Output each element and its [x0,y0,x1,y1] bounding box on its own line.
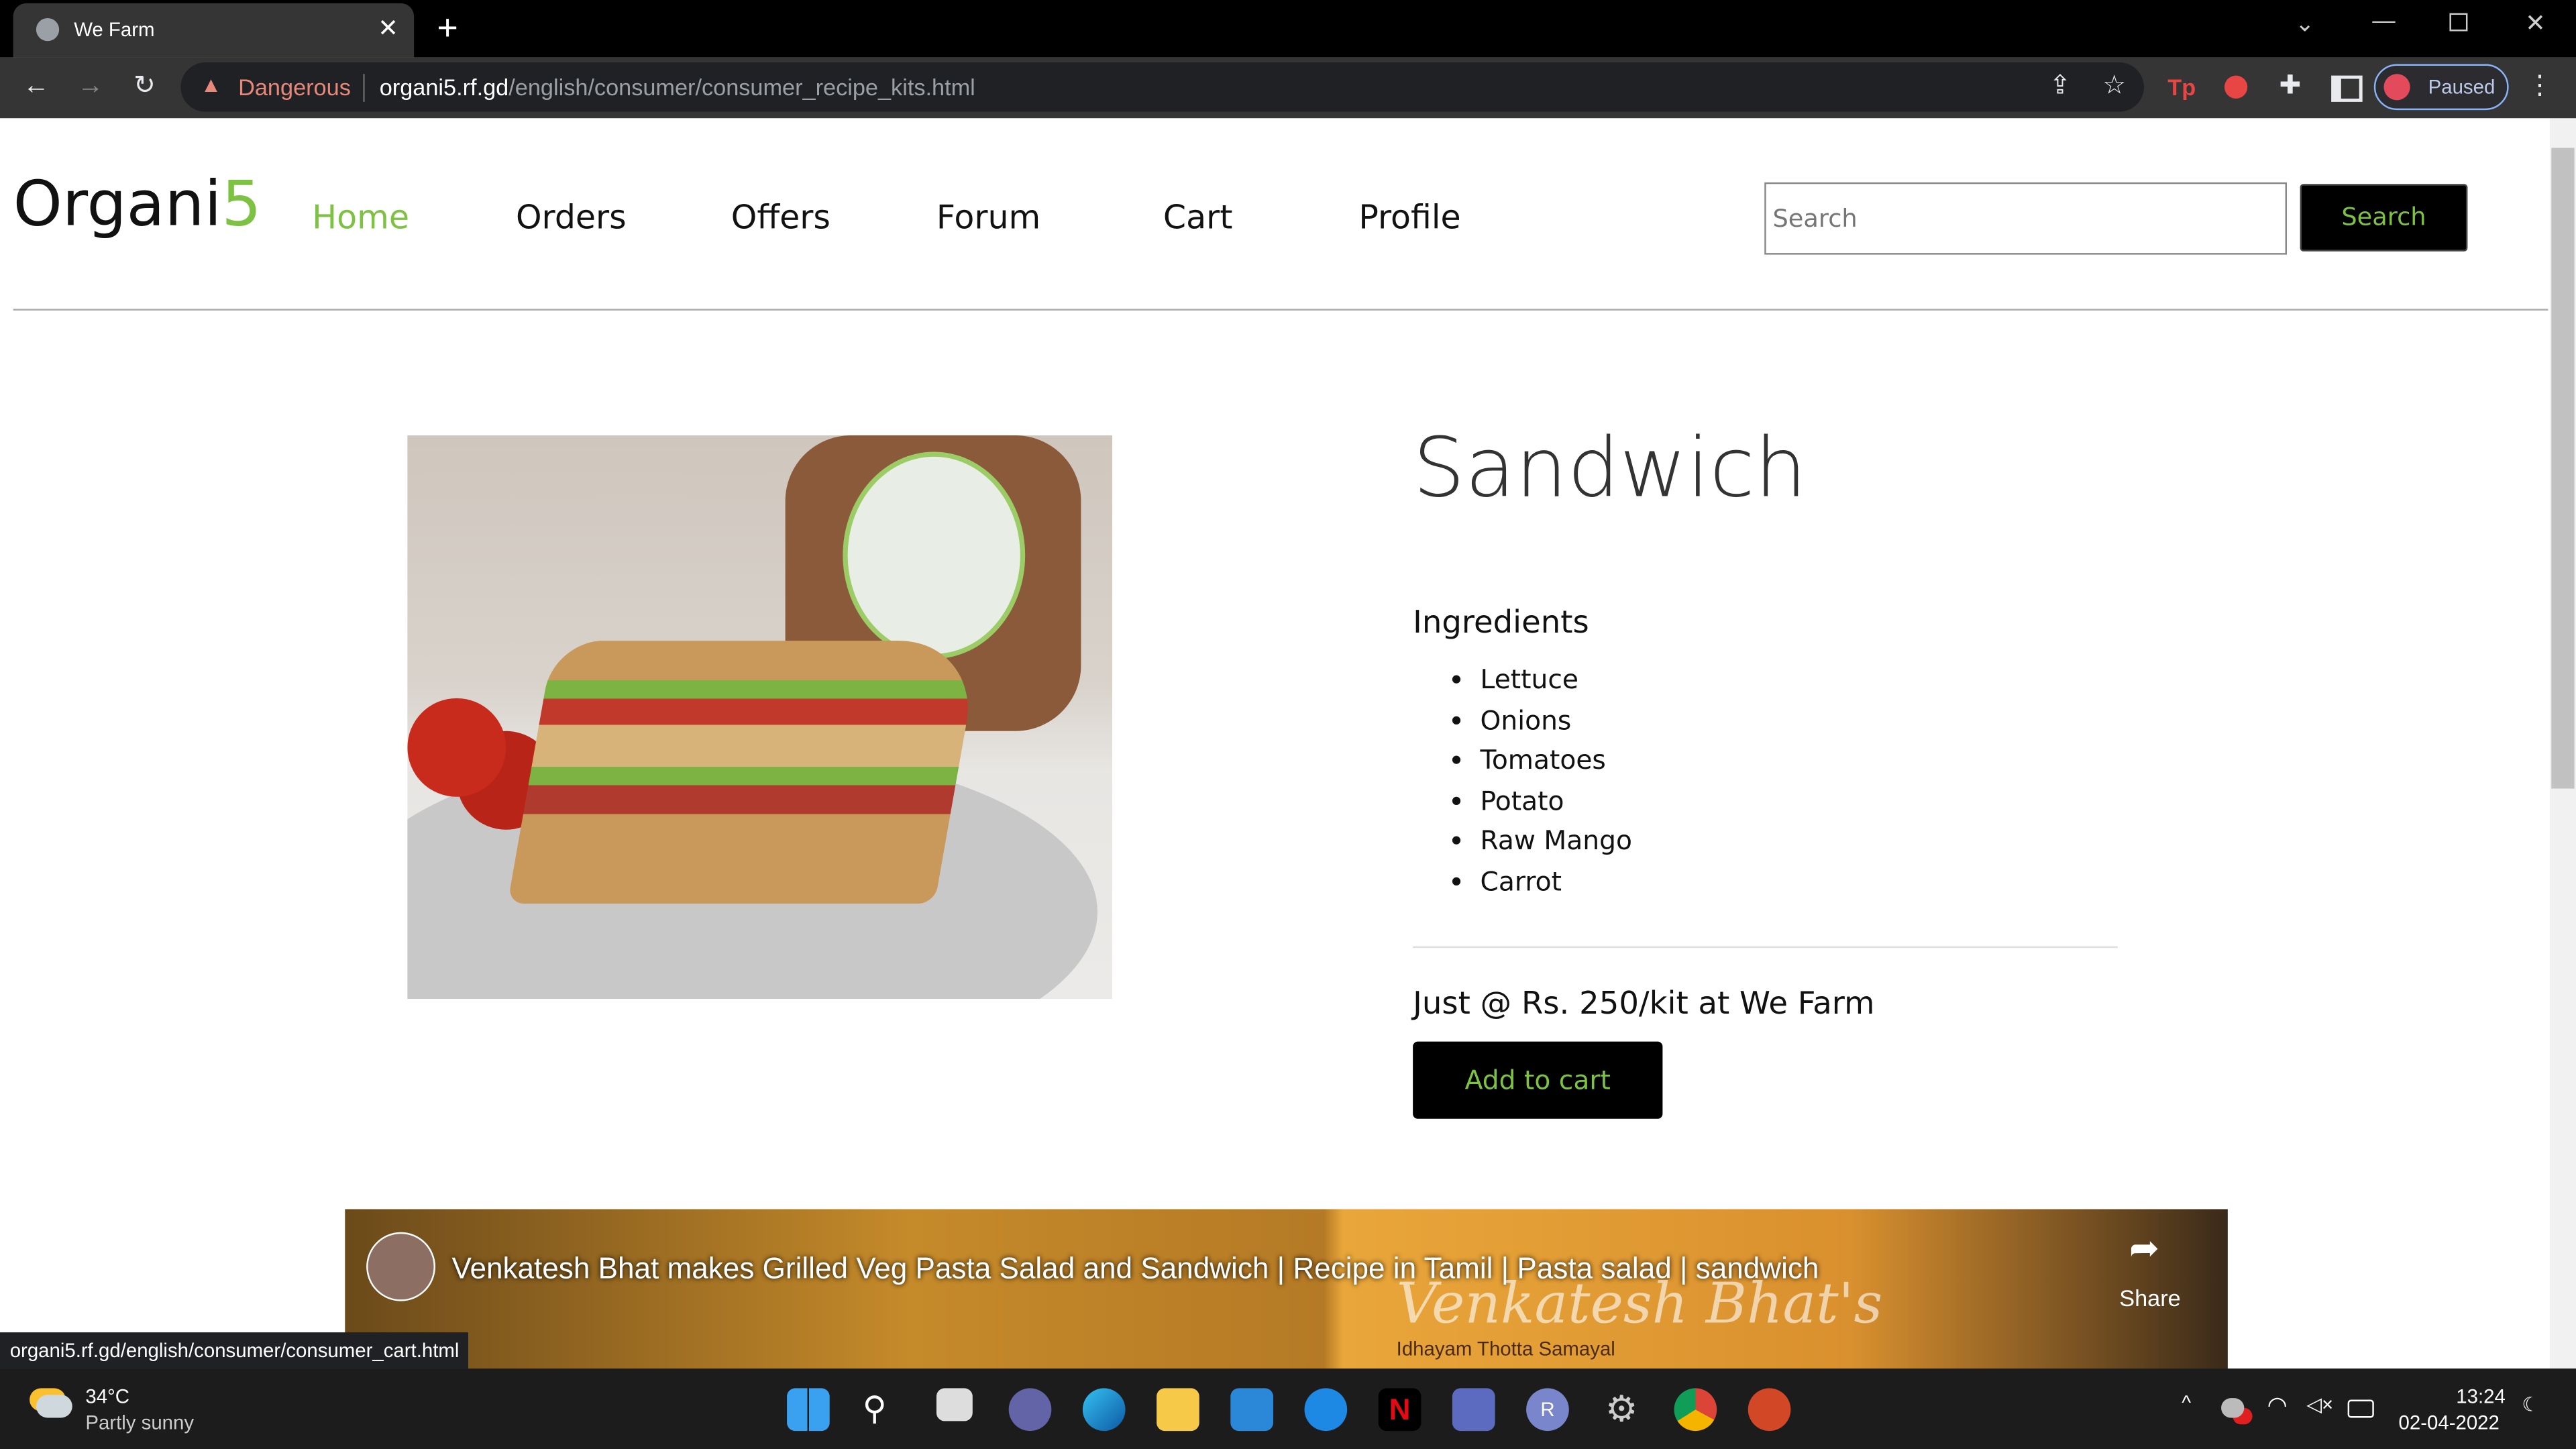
browser-toolbar: ← → ↻ ▲ Dangerous organi5.rf.gd/english/… [0,57,2576,119]
scrollbar-thumb[interactable] [2551,148,2575,789]
weather-temp[interactable]: 34°C [85,1385,129,1408]
watermark: Venkatesh Bhat's [1396,1271,1883,1338]
ingredient-item: Tomatoes [1481,741,1632,782]
powerpoint-icon[interactable] [1748,1388,1791,1432]
extension-tp-icon[interactable]: Tp [2160,62,2203,111]
avatar [2383,74,2410,101]
logo[interactable]: Organi5 [13,168,262,240]
close-window-icon[interactable]: ✕ [2525,8,2546,38]
logo-text: Organi [13,167,222,240]
channel-avatar[interactable] [366,1232,435,1301]
chrome-icon[interactable] [1674,1388,1717,1432]
security-label[interactable]: Dangerous [238,74,351,100]
ingredient-item: Carrot [1481,863,1632,903]
restore-icon[interactable] [2449,13,2468,32]
sandwich-image [407,435,1112,999]
mail-icon[interactable] [1230,1388,1273,1432]
ingredient-item: Raw Mango [1481,822,1632,862]
r-app-icon[interactable]: R [1526,1388,1569,1432]
ingredients-heading: Ingredients [1413,604,1589,641]
ingredient-item: Potato [1481,782,1632,822]
onedrive-error-icon[interactable] [2221,1398,2245,1418]
profile-status: Paused [2428,75,2496,99]
focus-moon-icon[interactable]: ☾ [2522,1393,2539,1416]
product-title: Sandwich [1413,420,1807,516]
video-embed[interactable]: Venkatesh Bhat makes Grilled Veg Pasta S… [345,1209,2228,1369]
taskbar: 34°C Partly sunny ⚲ N R ⚙ ^ ◠ ◁× 13:24 0… [0,1368,2576,1449]
bookmark-star-icon[interactable]: ☆ [2093,62,2136,111]
share-icon[interactable]: ⇪ [2039,62,2082,111]
ingredient-item: Onions [1481,701,1632,741]
search-icon[interactable]: ⚲ [863,1388,906,1431]
weather-text[interactable]: Partly sunny [85,1411,194,1434]
nav-offers[interactable]: Offers [731,197,830,237]
extension-shield-icon[interactable] [2224,75,2248,99]
web-page: Organi5 Home Orders Offers Forum Cart Pr… [0,118,2550,1369]
ingredient-item: Lettuce [1481,660,1632,700]
file-explorer-icon[interactable] [1157,1388,1199,1432]
clock-date[interactable]: 02-04-2022 [2399,1411,2500,1434]
nav-home[interactable]: Home [312,197,409,237]
back-icon[interactable]: ← [15,62,58,111]
new-tab-icon[interactable]: + [437,7,458,50]
product-divider [1413,946,2118,949]
windows-start-icon[interactable] [787,1388,830,1432]
app-blue-icon[interactable] [1304,1388,1348,1432]
logo-digit: 5 [221,167,262,240]
weather-icon[interactable] [36,1395,72,1418]
divider [363,74,365,102]
side-panel-icon[interactable] [2331,75,2363,102]
search-input[interactable] [1764,182,2288,255]
screen: We Farm ✕ + ⌄ — ✕ ← → ↻ ▲ Dangerous orga… [0,0,2576,1449]
share-label[interactable]: Share [2119,1285,2180,1311]
profile-button[interactable]: Paused [2373,64,2509,111]
minimize-icon[interactable]: — [2372,7,2395,33]
address-bar[interactable]: ▲ Dangerous organi5.rf.gd/english/consum… [180,62,2144,112]
clock-time[interactable]: 13:24 [2456,1385,2506,1408]
url: organi5.rf.gd/english/consumer/consumer_… [380,74,975,100]
globe-icon [36,17,60,42]
add-to-cart-button[interactable]: Add to cart [1413,1041,1663,1119]
ingredients-list: Lettuce Onions Tomatoes Potato Raw Mango… [1413,660,1632,902]
tomatoes [407,698,506,797]
extensions-puzzle-icon[interactable]: ✚ [2269,62,2312,111]
share-arrow-icon[interactable]: ➦ [2129,1229,2159,1270]
netflix-icon[interactable]: N [1378,1388,1421,1432]
tab-title: We Farm [74,17,155,42]
url-host: organi5.rf.gd [379,74,509,101]
app-monitor-icon[interactable] [1452,1388,1495,1432]
nav-orders[interactable]: Orders [516,197,627,237]
forward-icon[interactable]: → [69,62,112,111]
url-path: /english/consumer/consumer_recipe_kits.h… [508,74,975,101]
reload-icon[interactable]: ↻ [123,62,166,111]
close-tab-icon[interactable]: ✕ [378,13,398,43]
header-divider [13,309,2548,311]
browser-tab[interactable]: We Farm ✕ [13,3,415,58]
battery-icon[interactable] [2347,1399,2374,1418]
teams-chat-icon[interactable] [1008,1388,1052,1432]
tab-bar: We Farm ✕ + ⌄ — ✕ [0,0,2576,58]
nav-cart[interactable]: Cart [1163,197,1233,237]
nav-forum[interactable]: Forum [936,197,1040,237]
bread-label [843,451,1026,659]
wifi-icon[interactable]: ◠ [2267,1391,2288,1419]
edge-icon[interactable] [1082,1388,1126,1432]
search-button[interactable]: Search [2300,184,2468,252]
tray-chevron-icon[interactable]: ^ [2182,1391,2191,1414]
volume-muted-icon[interactable]: ◁× [2306,1393,2333,1416]
settings-gear-icon[interactable]: ⚙ [1600,1388,1643,1431]
watermark-sub: Idhayam Thotta Samayal [1396,1337,1615,1360]
nav-profile[interactable]: Profile [1358,197,1460,237]
task-view-icon[interactable] [936,1388,973,1421]
sandwich [507,641,981,904]
menu-kebab-icon[interactable]: ⋮ [2518,62,2561,111]
warning-icon: ▲ [200,72,222,97]
price-text: Just @ Rs. 250/kit at We Farm [1413,985,1875,1022]
tab-search-icon[interactable]: ⌄ [2295,10,2314,38]
status-bubble: organi5.rf.gd/english/consumer/consumer_… [0,1332,470,1369]
